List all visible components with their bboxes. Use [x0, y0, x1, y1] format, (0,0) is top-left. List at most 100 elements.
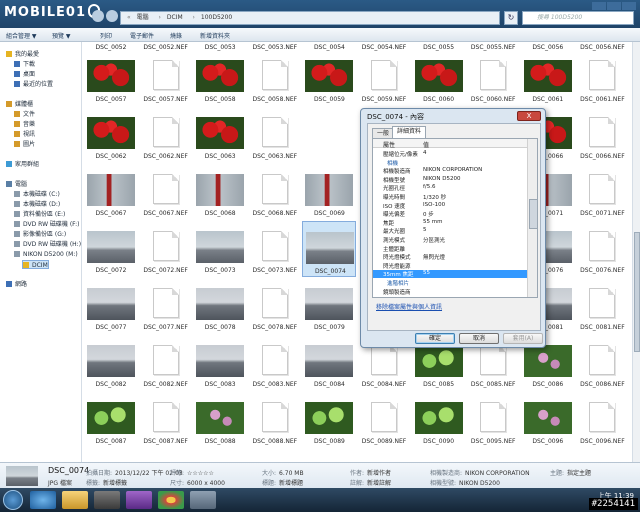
organize-button[interactable]: 組合管理 ▼ [6, 31, 37, 40]
file-item[interactable]: DSC_0087 [84, 392, 138, 448]
property-row[interactable]: ISO 速度 ISO-100 [373, 202, 527, 210]
preview-button[interactable]: 預覽 ▼ [52, 31, 71, 40]
file-item[interactable]: DSC_0077.NEF [139, 278, 193, 334]
file-item[interactable]: DSC_0060.NEF [466, 50, 520, 106]
file-item[interactable]: DSC_0060 [412, 50, 466, 106]
property-row[interactable]: 光圈孔徑 f/5.6 [373, 184, 527, 192]
print-button[interactable]: 列印 [100, 31, 112, 40]
sidebar-item[interactable]: 最近的位置 [14, 80, 53, 89]
file-item[interactable]: DSC_0083.NEF [248, 335, 302, 391]
scrollbar-thumb[interactable] [634, 232, 640, 352]
file-item[interactable]: DSC_0069 [302, 164, 356, 220]
sidebar-item[interactable]: 家用群組 [6, 160, 39, 169]
file-item[interactable]: DSC_0089.NEF [357, 392, 411, 448]
apply-button[interactable]: 套用(A) [503, 333, 543, 344]
sidebar-item[interactable]: 媒體櫃 [6, 100, 33, 109]
sidebar-item[interactable]: 影像備份區 (G:) [14, 230, 66, 239]
sidebar-item[interactable]: DVD RW 磁碟機 (F:) [14, 220, 80, 229]
address-segment[interactable]: DCIM [167, 14, 183, 21]
sidebar-item[interactable]: 本機磁碟 (C:) [14, 190, 60, 199]
file-item[interactable]: DSC_0088.NEF [248, 392, 302, 448]
property-row[interactable]: 閃光燈模式 無閃光燈 [373, 253, 527, 261]
cancel-button[interactable]: 取消 [459, 333, 499, 344]
sidebar-item[interactable]: 本機磁碟 (D:) [14, 200, 60, 209]
sidebar-item[interactable]: 視訊 [14, 130, 35, 139]
file-item[interactable]: DSC_0089 [302, 392, 356, 448]
email-button[interactable]: 電子郵件 [130, 31, 154, 40]
file-item[interactable]: DSC_0082.NEF [139, 335, 193, 391]
refresh-button[interactable]: ↻ [504, 11, 518, 25]
file-item[interactable]: DSC_0096 [521, 392, 575, 448]
file-item[interactable]: DSC_0063.NEF [248, 107, 302, 163]
sidebar-item[interactable]: 資料備份區 (E:) [14, 210, 65, 219]
file-item[interactable]: DSC_0068.NEF [248, 164, 302, 220]
file-item[interactable]: DSC_0058 [193, 50, 247, 106]
window-icon[interactable] [190, 491, 216, 509]
file-item[interactable]: DSC_0083 [193, 335, 247, 391]
sidebar-item[interactable]: 音樂 [14, 120, 35, 129]
file-item[interactable]: DSC_0066.NEF [575, 107, 629, 163]
dialog-close-button[interactable]: X [517, 111, 541, 121]
file-item[interactable]: DSC_0073.NEF [248, 221, 302, 277]
sidebar-item[interactable]: 我的最愛 [6, 50, 39, 59]
forward-icon[interactable] [106, 10, 118, 22]
file-item[interactable]: DSC_0062.NEF [139, 107, 193, 163]
back-icon[interactable] [92, 10, 104, 22]
chrome-icon[interactable] [158, 491, 184, 509]
file-item[interactable]: DSC_0059 [302, 50, 356, 106]
close-icon[interactable] [622, 2, 636, 10]
file-item[interactable]: DSC_0071.NEF [575, 164, 629, 220]
sidebar-item[interactable]: 電腦 [6, 180, 27, 189]
file-item[interactable]: DSC_0062 [84, 107, 138, 163]
app-icon[interactable] [126, 491, 152, 509]
property-scrollbar[interactable] [527, 139, 537, 297]
grid-scrollbar[interactable] [632, 42, 640, 462]
file-item[interactable]: DSC_0067 [84, 164, 138, 220]
file-item[interactable]: DSC_0096.NEF [575, 392, 629, 448]
file-item[interactable]: DSC_0081.NEF [575, 278, 629, 334]
file-item[interactable]: DSC_0078.NEF [248, 278, 302, 334]
details-tags[interactable]: 標籤: 新增標籤 [86, 478, 127, 487]
sidebar-item[interactable]: DCIM [22, 260, 49, 269]
explorer-icon[interactable] [62, 491, 88, 509]
property-row[interactable]: 相機型號 NIKON D5200 [373, 176, 527, 184]
property-row[interactable]: 鏡頭製造商 [373, 288, 527, 296]
property-row[interactable]: 閃光燈能源 [373, 262, 527, 270]
file-item[interactable]: DSC_0072 [84, 221, 138, 277]
file-item[interactable]: DSC_0057.NEF [139, 50, 193, 106]
details-comment[interactable]: 註解: 新增註解 [350, 478, 391, 487]
file-item[interactable]: DSC_0058.NEF [248, 50, 302, 106]
file-item[interactable]: DSC_0068 [193, 164, 247, 220]
burn-button[interactable]: 燒錄 [170, 31, 182, 40]
property-scrollbar-thumb[interactable] [529, 199, 537, 229]
maximize-icon[interactable] [607, 2, 621, 10]
file-item[interactable]: DSC_0063 [193, 107, 247, 163]
start-button[interactable] [3, 490, 23, 510]
file-item[interactable]: DSC_0079 [302, 278, 356, 334]
file-item[interactable]: DSC_0078 [193, 278, 247, 334]
details-title[interactable]: 標題: 新增標題 [262, 478, 303, 487]
ie-icon[interactable] [30, 491, 56, 509]
property-row[interactable]: 測光模式 分區測光 [373, 236, 527, 244]
property-row[interactable]: 曝光偏差 0 步 [373, 210, 527, 218]
file-item[interactable]: DSC_0061.NEF [575, 50, 629, 106]
address-segment[interactable]: 100D5200 [201, 14, 232, 21]
column-property[interactable]: 屬性 [383, 140, 395, 149]
file-item[interactable]: DSC_0095.NEF [466, 392, 520, 448]
minimize-icon[interactable] [592, 2, 606, 10]
file-item[interactable]: DSC_0072.NEF [139, 221, 193, 277]
search-input[interactable]: 搜尋 100D5200 [522, 11, 634, 25]
sidebar-item[interactable]: 下載 [14, 60, 35, 69]
sidebar-item[interactable]: NIKON D5200 (M:) [14, 250, 78, 259]
sidebar-item[interactable]: DVD RW 磁碟機 (H:) [14, 240, 81, 249]
property-row[interactable]: 焦距 55 mm [373, 219, 527, 227]
property-row[interactable]: 35mm 焦距 55 [373, 270, 527, 279]
file-item[interactable]: DSC_0082 [84, 335, 138, 391]
remove-properties-link[interactable]: 移除檔案屬性與個人資訊 [376, 302, 442, 311]
property-row[interactable]: 主體距離 [373, 245, 527, 253]
ok-button[interactable]: 確定 [415, 333, 455, 344]
property-row[interactable]: 壓縮位元/像素 4 [373, 150, 527, 158]
details-author[interactable]: 作者: 新增作者 [350, 468, 391, 477]
file-item[interactable]: DSC_0086.NEF [575, 335, 629, 391]
column-value[interactable]: 值 [423, 140, 429, 149]
